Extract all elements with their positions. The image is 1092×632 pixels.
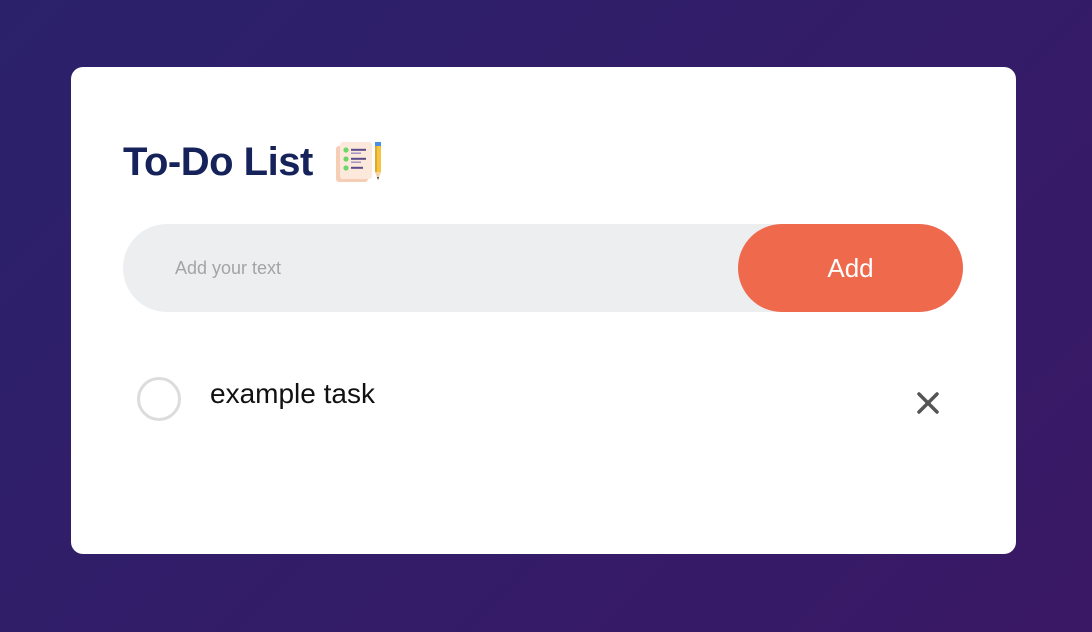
task-input[interactable] [175,224,715,312]
add-button[interactable]: Add [738,224,963,312]
page-title: To-Do List [123,139,313,184]
list-item[interactable]: example task [123,367,963,437]
title-row: To-Do List [123,139,383,185]
task-input-row: Add [123,224,963,312]
task-checkbox[interactable] [137,377,181,421]
task-text: example task [210,378,375,409]
close-icon[interactable] [913,388,943,418]
notepad-pencil-icon [333,139,383,185]
task-list: example task [123,367,963,437]
todo-card: To-Do List Add your text Add example tas… [71,67,1016,554]
